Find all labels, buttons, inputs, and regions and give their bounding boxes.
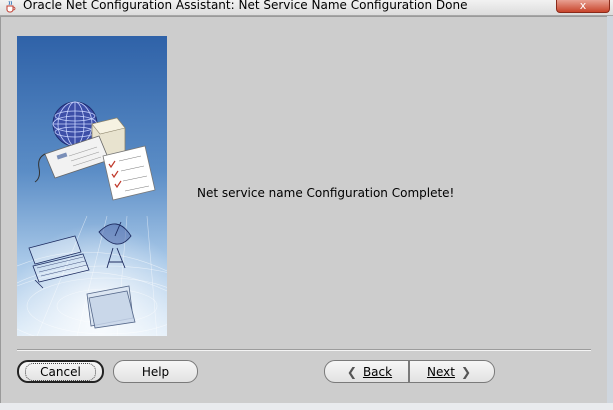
background-window-edge [0,403,613,410]
back-button[interactable]: ❮ Back [324,360,409,383]
cancel-button-label: Cancel [25,362,96,381]
next-button-label: Next [426,364,455,379]
chevron-left-icon: ❮ [346,364,357,379]
close-icon: x [579,0,587,12]
next-button[interactable]: Next ❯ [409,360,495,383]
java-cup-icon [6,0,16,13]
help-button-label: Help [141,364,170,379]
help-button[interactable]: Help [113,360,198,383]
back-button-label: Back [362,364,393,379]
window-edge [607,16,613,403]
completion-message: Net service name Configuration Complete! [197,186,455,200]
folder-icon [86,285,136,329]
chevron-right-icon: ❯ [460,364,472,379]
close-button[interactable]: x [556,0,610,13]
cancel-button[interactable]: Cancel [17,360,104,383]
checklist-icon [102,145,156,201]
wizard-side-image [17,36,167,336]
title-bar: Oracle Net Configuration Assistant: Net … [0,0,613,16]
window-title: Oracle Net Configuration Assistant: Net … [23,0,468,12]
button-bar-divider [17,349,591,351]
